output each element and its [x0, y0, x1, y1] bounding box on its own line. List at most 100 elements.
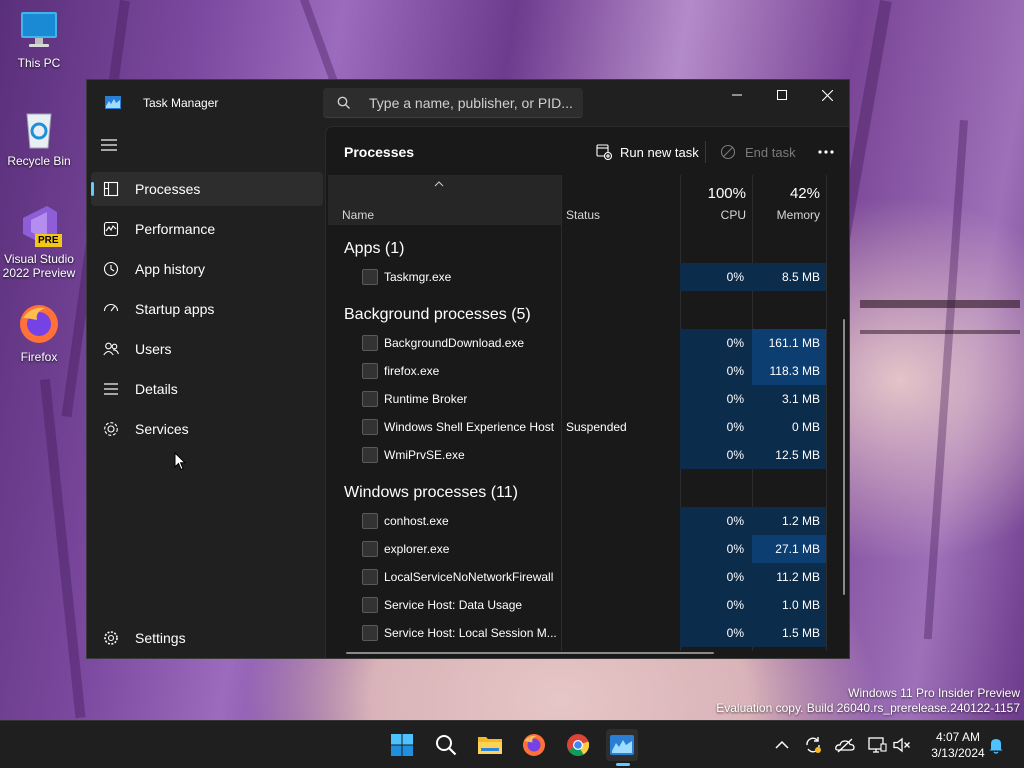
process-name: LocalServiceNoNetworkFirewall: [384, 570, 554, 584]
process-cpu: 0%: [680, 563, 752, 591]
firefox-icon: [17, 302, 61, 346]
table-row[interactable]: Taskmgr.exe 0% 8.5 MB: [328, 263, 828, 291]
more-options-button[interactable]: [814, 139, 838, 165]
taskbar-file-explorer[interactable]: [474, 729, 506, 761]
search-box[interactable]: [323, 88, 583, 118]
process-cpu: 0%: [680, 507, 752, 535]
notification-center-button[interactable]: [986, 735, 1006, 755]
close-button[interactable]: [804, 80, 849, 110]
toolbar-divider: [705, 141, 706, 163]
status-column-header[interactable]: Status: [562, 175, 680, 225]
desktop-icon-visual-studio[interactable]: PRE Visual Studio 2022 Preview: [1, 204, 77, 280]
desktop-icon-recycle-bin[interactable]: Recycle Bin: [1, 106, 77, 168]
start-button[interactable]: [386, 729, 418, 761]
process-name: firefox.exe: [384, 364, 440, 378]
title-bar[interactable]: Task Manager: [87, 80, 849, 126]
memory-column-header[interactable]: 42% Memory: [752, 175, 826, 225]
table-row[interactable]: Service Host: Local Session M... 0% 1.5 …: [328, 619, 828, 647]
search-input[interactable]: [369, 93, 574, 113]
taskbar-firefox[interactable]: [518, 729, 550, 761]
tray-onedrive[interactable]: [835, 735, 855, 755]
process-memory: 0 MB: [752, 413, 826, 441]
system-clock[interactable]: 4:07 AM 3/13/2024: [920, 729, 996, 761]
network-icon: [868, 737, 887, 753]
search-icon: [337, 96, 351, 110]
tray-network[interactable]: [867, 735, 887, 755]
sidebar-item-startup-apps[interactable]: Startup apps: [91, 292, 323, 326]
table-row[interactable]: Service Host: Data Usage 0% 1.0 MB: [328, 591, 828, 619]
process-icon: [362, 335, 378, 351]
task-manager-icon: [610, 735, 634, 755]
group-header-apps[interactable]: Apps (1): [344, 240, 404, 258]
group-header-windows-processes[interactable]: Windows processes (11): [344, 484, 518, 502]
process-icon: [362, 513, 378, 529]
file-explorer-icon: [478, 737, 502, 754]
tray-volume[interactable]: [892, 735, 912, 755]
process-name: Taskmgr.exe: [384, 270, 452, 284]
show-hidden-icons-button[interactable]: [772, 735, 792, 755]
task-manager-app-icon: [105, 96, 121, 109]
table-row[interactable]: BackgroundDownload.exe 0% 161.1 MB: [328, 329, 828, 357]
table-row[interactable]: Windows Shell Experience Host Suspended …: [328, 413, 828, 441]
minimize-icon: [732, 94, 742, 96]
sidebar-item-performance[interactable]: Performance: [91, 212, 323, 246]
table-row[interactable]: explorer.exe 0% 27.1 MB: [328, 535, 828, 563]
run-new-task-button[interactable]: Run new task: [596, 139, 699, 165]
process-cpu: 0%: [680, 413, 752, 441]
taskbar-search-button[interactable]: [430, 729, 462, 761]
process-memory: 8.5 MB: [752, 263, 826, 291]
sidebar-item-details[interactable]: Details: [91, 372, 323, 406]
process-name: Windows Shell Experience Host: [384, 420, 555, 434]
memory-column-label: Memory: [776, 208, 820, 222]
search-icon: [436, 735, 457, 756]
process-memory: 1.2 MB: [752, 507, 826, 535]
minimize-button[interactable]: [714, 80, 760, 110]
process-icon: [362, 447, 378, 463]
page-title: Processes: [344, 144, 415, 160]
taskbar-chrome[interactable]: [562, 729, 594, 761]
hamburger-icon: [101, 139, 117, 151]
process-cpu: 0%: [680, 263, 752, 291]
sidebar-item-settings[interactable]: Settings: [91, 621, 323, 655]
vertical-scrollbar[interactable]: [843, 319, 845, 595]
name-column-header[interactable]: Name: [328, 175, 561, 225]
sidebar-item-processes[interactable]: Processes: [91, 172, 323, 206]
maximize-button[interactable]: [759, 80, 805, 110]
taskbar-task-manager[interactable]: [606, 729, 638, 761]
sync-icon: [806, 737, 821, 753]
start-icon: [391, 734, 413, 756]
end-task-icon: [720, 144, 736, 160]
process-cpu: 0%: [680, 619, 752, 647]
clock-date: 3/13/2024: [931, 746, 985, 760]
sidebar-item-app-history[interactable]: App history: [91, 252, 323, 286]
group-header-background-processes[interactable]: Background processes (5): [344, 306, 531, 324]
table-row[interactable]: Runtime Broker 0% 3.1 MB: [328, 385, 828, 413]
sidebar-item-label: Settings: [135, 630, 186, 646]
desktop-icon-this-pc[interactable]: This PC: [1, 8, 77, 70]
sidebar-item-users[interactable]: Users: [91, 332, 323, 366]
horizontal-scrollbar[interactable]: [346, 652, 714, 654]
table-row[interactable]: LocalServiceNoNetworkFirewall 0% 11.2 MB: [328, 563, 828, 591]
desktop-icon-firefox[interactable]: Firefox: [1, 302, 77, 364]
column-header-row: Name Status 100% CPU 42% Memory: [328, 175, 849, 225]
sidebar-item-label: Performance: [135, 221, 216, 237]
tray-sync[interactable]: [803, 735, 823, 755]
cpu-column-header[interactable]: 100% CPU: [680, 175, 752, 225]
status-column-label: Status: [566, 208, 601, 222]
chrome-icon: [567, 734, 590, 756]
visual-studio-icon: PRE: [17, 204, 62, 248]
end-task-button[interactable]: End task: [720, 139, 796, 165]
table-row[interactable]: firefox.exe 0% 118.3 MB: [328, 357, 828, 385]
process-memory: 27.1 MB: [752, 535, 826, 563]
watermark-edition: Windows 11 Pro Insider Preview: [848, 686, 1020, 700]
hamburger-menu-button[interactable]: [101, 138, 121, 154]
details-icon: [103, 381, 119, 397]
users-icon: [103, 341, 119, 357]
process-name: explorer.exe: [384, 542, 450, 556]
table-row[interactable]: WmiPrvSE.exe 0% 12.5 MB: [328, 441, 828, 469]
table-row[interactable]: conhost.exe 0% 1.2 MB: [328, 507, 828, 535]
process-memory: 12.5 MB: [752, 441, 826, 469]
process-icon: [362, 541, 378, 557]
sidebar-item-services[interactable]: Services: [91, 412, 323, 446]
desktop-icon-label: Visual Studio 2022 Preview: [2, 252, 76, 280]
